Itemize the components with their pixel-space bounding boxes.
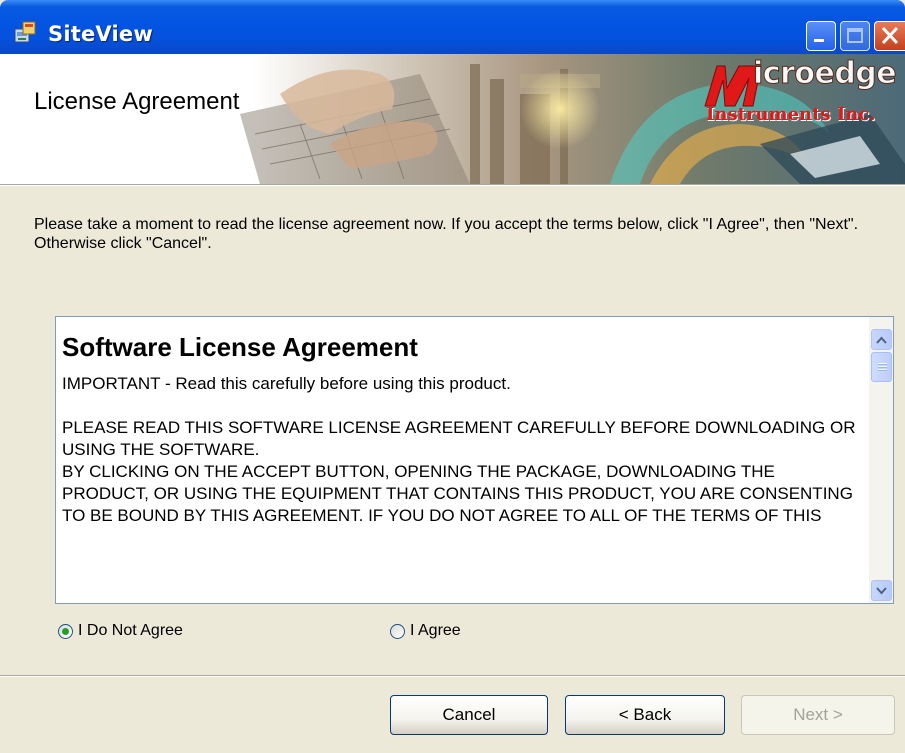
- footer-divider: [0, 675, 905, 677]
- radio-circle[interactable]: [390, 623, 405, 639]
- vertical-scrollbar[interactable]: [869, 317, 893, 603]
- chevron-down-icon: [876, 586, 887, 594]
- license-textbox[interactable]: Software License Agreement IMPORTANT - R…: [55, 316, 894, 604]
- license-paragraph: PLEASE READ THIS SOFTWARE LICENSE AGREEM…: [62, 418, 856, 525]
- maximize-button[interactable]: [840, 21, 870, 51]
- minimize-button[interactable]: [806, 21, 836, 51]
- next-button[interactable]: Next >: [741, 695, 895, 735]
- radio-label-do-not-agree: I Do Not Agree: [78, 622, 183, 639]
- back-button[interactable]: < Back: [565, 695, 725, 735]
- radio-do-not-agree[interactable]: I Do Not Agree: [58, 622, 183, 640]
- radio-label-agree: I Agree: [410, 622, 461, 639]
- banner-title: License Agreement: [34, 88, 240, 115]
- license-important: IMPORTANT - Read this carefully before u…: [62, 374, 511, 393]
- logo-wordmark: icroedge: [752, 56, 897, 92]
- cancel-button[interactable]: Cancel: [390, 695, 548, 735]
- installer-window: SiteView License Agreement icroedge Inst…: [0, 0, 905, 753]
- title-bar[interactable]: SiteView: [0, 0, 905, 54]
- thumb-grip: [878, 363, 887, 365]
- window-title: SiteView: [48, 22, 153, 46]
- close-button[interactable]: [874, 21, 905, 51]
- close-icon: [881, 26, 899, 45]
- header-banner: License Agreement icroedge Instruments I…: [0, 54, 905, 184]
- thumb-grip: [878, 366, 887, 368]
- radio-agree[interactable]: I Agree: [390, 622, 461, 640]
- scroll-up-button[interactable]: [871, 329, 892, 350]
- minimize-icon: [814, 39, 824, 42]
- chevron-up-icon: [876, 336, 887, 344]
- maximize-icon: [847, 28, 863, 43]
- license-heading: Software License Agreement: [62, 332, 418, 362]
- thumb-grip: [878, 369, 887, 371]
- intro-text: Please take a moment to read the license…: [34, 216, 859, 252]
- radio-circle-selected[interactable]: [58, 623, 73, 639]
- scroll-down-button[interactable]: [871, 580, 892, 601]
- banner-divider: [0, 184, 905, 186]
- scrollbar-thumb[interactable]: [871, 352, 892, 382]
- installer-app-icon: [14, 21, 36, 43]
- license-content: Software License Agreement IMPORTANT - R…: [62, 331, 862, 527]
- logo-subtitle: Instruments Inc.: [706, 104, 876, 125]
- radio-selected-dot: [62, 627, 69, 635]
